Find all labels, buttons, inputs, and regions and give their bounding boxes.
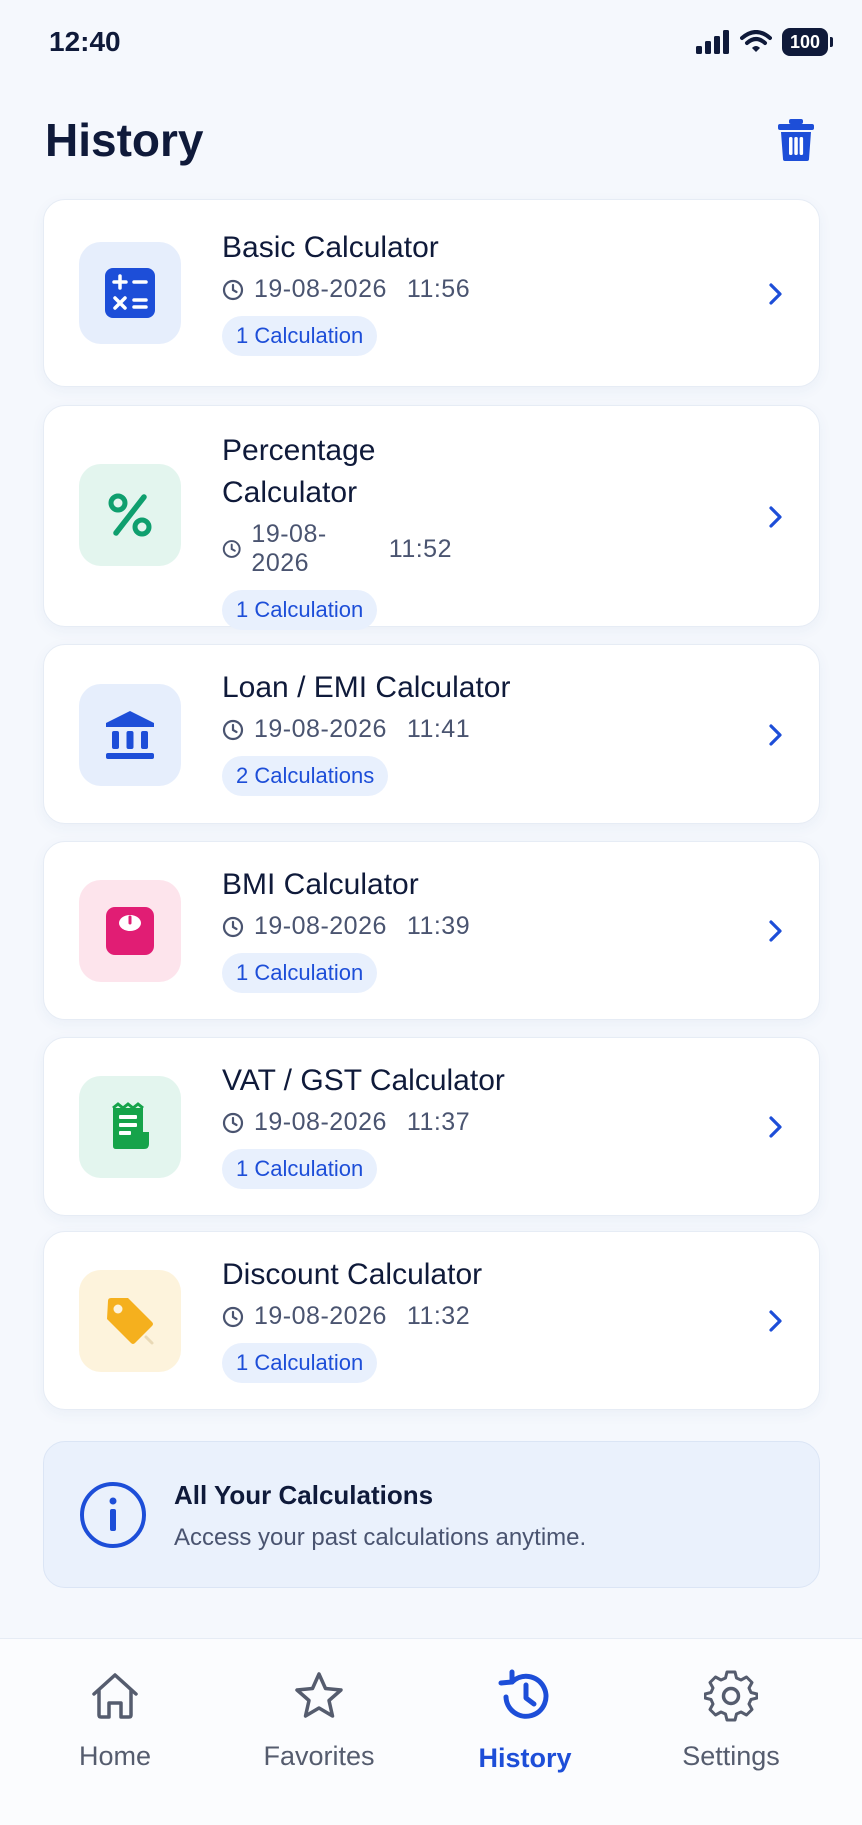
- info-icon: [80, 1482, 146, 1548]
- history-item-body: Basic Calculator 19-08-2026 11:56 1 Calc…: [222, 227, 729, 356]
- wifi-icon: [740, 30, 772, 52]
- scale-icon: [106, 907, 154, 955]
- history-item-date: 19-08-2026: [254, 1108, 387, 1136]
- history-item-count-badge: 1 Calculation: [222, 1149, 378, 1189]
- home-icon: [92, 1673, 138, 1719]
- receipt-icon: [112, 1102, 149, 1149]
- history-item-vat-gst-calculator[interactable]: VAT / GST Calculator 19-08-2026 11:37 1 …: [43, 1037, 820, 1216]
- history-item-timestamp: 19-08-2026 11:56: [222, 275, 729, 304]
- chevron-right-icon: [769, 724, 782, 746]
- percent-icon: [108, 493, 152, 537]
- bottom-nav: Home Favorites History Settings: [0, 1638, 862, 1825]
- history-item-title: VAT / GST Calculator: [222, 1064, 505, 1097]
- clock-icon: [222, 540, 241, 558]
- history-item-time: 11:37: [406, 1108, 471, 1136]
- history-item-time: 11:32: [406, 1302, 471, 1330]
- nav-home-label: Home: [78, 1741, 152, 1771]
- history-item-date: 19-08-2026: [254, 912, 387, 940]
- history-item-body: Discount Calculator 19-08-2026 11:32 1 C…: [222, 1254, 729, 1383]
- history-item-title: Discount Calculator: [222, 1258, 483, 1291]
- status-icons: 100: [696, 28, 833, 56]
- clock-icon: [222, 1306, 244, 1327]
- header: History: [0, 105, 862, 185]
- history-item-timestamp: 19-08-2026 11:52: [222, 520, 452, 578]
- history-item-body: VAT / GST Calculator 19-08-2026 11:37 1 …: [222, 1060, 739, 1189]
- history-item-icon-container: [79, 242, 181, 344]
- history-item-basic-calculator[interactable]: Basic Calculator 19-08-2026 11:56 1 Calc…: [43, 199, 820, 387]
- battery-level: 100: [789, 31, 821, 52]
- history-item-icon-container: [79, 1076, 181, 1178]
- history-item-title: BMI Calculator: [222, 868, 419, 901]
- bank-icon: [106, 711, 154, 759]
- nav-home[interactable]: Home: [25, 1669, 205, 1772]
- history-item-date: 19-08-2026: [254, 275, 387, 303]
- history-item-timestamp: 19-08-2026 11:39: [222, 912, 729, 941]
- trash-icon: [778, 119, 814, 161]
- clear-history-button[interactable]: [772, 115, 820, 163]
- star-icon: [295, 1672, 343, 1718]
- page-title: History: [45, 114, 204, 166]
- history-item-icon-container: [79, 880, 181, 982]
- nav-settings[interactable]: Settings: [641, 1669, 821, 1772]
- history-item-title: Basic Calculator: [222, 231, 439, 264]
- nav-history[interactable]: History: [435, 1669, 615, 1774]
- history-item-body: BMI Calculator 19-08-2026 11:39 1 Calcul…: [222, 864, 729, 993]
- history-item-title: Percentage Calculator: [222, 434, 376, 509]
- history-item-time: 11:39: [406, 912, 471, 940]
- tag-icon: [107, 1298, 154, 1345]
- chevron-right-icon: [769, 1310, 782, 1332]
- gear-icon: [704, 1670, 758, 1722]
- history-item-icon-container: [79, 464, 181, 566]
- nav-favorites-label: Favorites: [263, 1741, 375, 1771]
- status-time: 12:40: [49, 26, 121, 57]
- chevron-right-icon: [769, 506, 782, 528]
- history-item-icon-container: [79, 1270, 181, 1372]
- history-item-count-badge: 2 Calculations: [222, 756, 389, 796]
- history-item-timestamp: 19-08-2026 11:41: [222, 715, 739, 744]
- history-item-date: 19-08-2026: [254, 715, 387, 743]
- history-item-count-badge: 1 Calculation: [222, 1343, 378, 1383]
- nav-settings-label: Settings: [682, 1741, 780, 1771]
- history-item-timestamp: 19-08-2026 11:37: [222, 1108, 739, 1137]
- nav-history-label: History: [478, 1743, 572, 1773]
- history-item-body: Percentage Calculator 19-08-2026 11:52 1…: [222, 430, 452, 630]
- history-item-icon-container: [79, 684, 181, 786]
- history-item-title: Loan / EMI Calculator: [222, 671, 511, 704]
- history-icon: [498, 1669, 549, 1719]
- info-subtitle: Access your past calculations anytime.: [174, 1524, 587, 1551]
- chevron-right-icon: [769, 920, 782, 942]
- history-item-count-badge: 1 Calculation: [222, 316, 378, 356]
- chevron-right-icon: [769, 283, 782, 305]
- nav-favorites[interactable]: Favorites: [229, 1669, 409, 1772]
- history-item-count-badge: 1 Calculation: [222, 953, 378, 993]
- history-item-discount-calculator[interactable]: Discount Calculator 19-08-2026 11:32 1 C…: [43, 1231, 820, 1410]
- info-title: All Your Calculations: [174, 1480, 434, 1510]
- history-item-date: 19-08-2026: [254, 1302, 387, 1330]
- clock-icon: [222, 1112, 244, 1133]
- info-banner: All Your Calculations Access your past c…: [43, 1441, 820, 1588]
- calculator-icon: [105, 268, 155, 318]
- history-item-time: 11:56: [406, 275, 471, 303]
- history-item-count-badge: 1 Calculation: [222, 590, 378, 630]
- clock-icon: [222, 916, 244, 937]
- clock-icon: [222, 719, 244, 740]
- history-item-time: 11:52: [388, 534, 452, 563]
- chevron-right-icon: [769, 1116, 782, 1138]
- clock-icon: [222, 279, 244, 300]
- history-item-bmi-calculator[interactable]: BMI Calculator 19-08-2026 11:39 1 Calcul…: [43, 841, 820, 1020]
- history-item-date: 19-08-2026: [251, 520, 327, 577]
- history-item-time: 11:41: [406, 715, 471, 743]
- history-item-loan-emi-calculator[interactable]: Loan / EMI Calculator 19-08-2026 11:41 2…: [43, 644, 820, 824]
- history-item-body: Loan / EMI Calculator 19-08-2026 11:41 2…: [222, 667, 739, 796]
- status-bar: 12:40 100: [0, 0, 862, 90]
- history-item-percentage-calculator[interactable]: Percentage Calculator 19-08-2026 11:52 1…: [43, 405, 820, 630]
- battery-indicator: 100: [782, 28, 833, 56]
- history-item-timestamp: 19-08-2026 11:32: [222, 1302, 729, 1331]
- signal-icon: [696, 30, 729, 54]
